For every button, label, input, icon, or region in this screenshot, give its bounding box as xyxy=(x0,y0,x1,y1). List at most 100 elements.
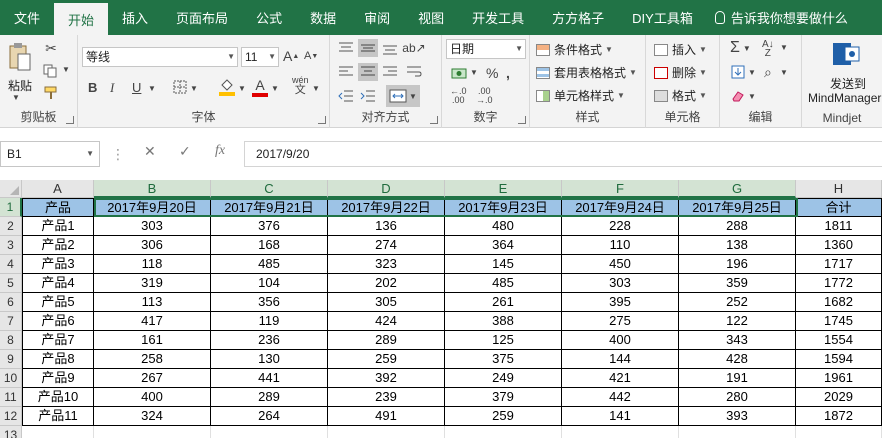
cell-d2[interactable]: 136 xyxy=(328,217,445,236)
fill-color-dropdown-icon[interactable]: ▼ xyxy=(238,84,246,93)
column-header-a[interactable]: A xyxy=(22,180,94,198)
name-box[interactable]: B1 ▼ xyxy=(0,141,100,167)
align-center-icon[interactable] xyxy=(358,63,378,81)
cell-b2[interactable]: 303 xyxy=(94,217,211,236)
paste-dropdown-icon[interactable]: ▼ xyxy=(12,93,20,102)
tab-view[interactable]: 视图 xyxy=(404,0,458,35)
cell-c1[interactable]: 2017年9月21日 xyxy=(211,198,328,217)
cell-e3[interactable]: 364 xyxy=(445,236,562,255)
clear-dropdown-icon[interactable]: ▼ xyxy=(748,92,756,101)
cell-styles-button[interactable]: 单元格样式 ▼ xyxy=(536,87,625,104)
tab-insert[interactable]: 插入 xyxy=(108,0,162,35)
cell-b3[interactable]: 306 xyxy=(94,236,211,255)
font-launcher-icon[interactable] xyxy=(318,116,326,124)
tab-diy-toolbox[interactable]: DIY工具箱 xyxy=(618,0,707,35)
cell-b4[interactable]: 118 xyxy=(94,255,211,274)
cell-c12[interactable]: 264 xyxy=(211,407,328,426)
cell-f13[interactable] xyxy=(562,426,679,438)
cell-e11[interactable]: 379 xyxy=(445,388,562,407)
cell-e9[interactable]: 375 xyxy=(445,350,562,369)
row-header-12[interactable]: 12 xyxy=(0,407,22,426)
cell-b12[interactable]: 324 xyxy=(94,407,211,426)
cell-d7[interactable]: 424 xyxy=(328,312,445,331)
row-header-3[interactable]: 3 xyxy=(0,236,22,255)
cell-d5[interactable]: 202 xyxy=(328,274,445,293)
cell-a12[interactable]: 产品11 xyxy=(22,407,94,426)
font-color-dropdown-icon[interactable]: ▼ xyxy=(271,84,279,93)
cell-f3[interactable]: 110 xyxy=(562,236,679,255)
column-header-h[interactable]: H xyxy=(796,180,882,198)
increase-decimal-icon[interactable]: ←.0.00 xyxy=(450,87,467,105)
borders-icon[interactable] xyxy=(172,80,188,94)
find-select-icon[interactable]: ⌕ xyxy=(764,64,772,81)
cell-e13[interactable] xyxy=(445,426,562,438)
align-right-icon[interactable] xyxy=(380,63,400,81)
copy-icon[interactable] xyxy=(40,63,62,79)
cell-h4[interactable]: 1717 xyxy=(796,255,882,274)
cell-d6[interactable]: 305 xyxy=(328,293,445,312)
cell-a3[interactable]: 产品2 xyxy=(22,236,94,255)
decrease-decimal-icon[interactable]: .00 →.0 xyxy=(476,87,493,105)
tab-page-layout[interactable]: 页面布局 xyxy=(162,0,242,35)
bold-icon[interactable]: B xyxy=(88,80,97,95)
send-to-label[interactable]: 发送到 xyxy=(830,75,866,92)
row-header-7[interactable]: 7 xyxy=(0,312,22,331)
clear-icon[interactable] xyxy=(730,89,746,103)
cell-c5[interactable]: 104 xyxy=(211,274,328,293)
cell-g3[interactable]: 138 xyxy=(679,236,796,255)
cell-d9[interactable]: 259 xyxy=(328,350,445,369)
fill-icon[interactable] xyxy=(730,65,746,79)
column-header-g[interactable]: G xyxy=(679,180,796,198)
decrease-indent-icon[interactable] xyxy=(336,87,356,105)
cell-b7[interactable]: 417 xyxy=(94,312,211,331)
row-header-9[interactable]: 9 xyxy=(0,350,22,369)
cell-b9[interactable]: 258 xyxy=(94,350,211,369)
cell-f12[interactable]: 141 xyxy=(562,407,679,426)
cell-a4[interactable]: 产品3 xyxy=(22,255,94,274)
cell-h7[interactable]: 1745 xyxy=(796,312,882,331)
underline-icon[interactable]: U xyxy=(132,80,141,95)
cell-e2[interactable]: 480 xyxy=(445,217,562,236)
cell-g4[interactable]: 196 xyxy=(679,255,796,274)
cell-h5[interactable]: 1772 xyxy=(796,274,882,293)
tab-data[interactable]: 数据 xyxy=(296,0,350,35)
cut-icon[interactable]: ✂ xyxy=(42,40,60,56)
cell-h6[interactable]: 1682 xyxy=(796,293,882,312)
cell-e4[interactable]: 145 xyxy=(445,255,562,274)
cell-f9[interactable]: 144 xyxy=(562,350,679,369)
cell-c10[interactable]: 441 xyxy=(211,369,328,388)
cell-g1[interactable]: 2017年9月25日 xyxy=(679,198,796,217)
cell-h3[interactable]: 1360 xyxy=(796,236,882,255)
mindmanager-icon[interactable] xyxy=(830,41,862,67)
format-painter-icon[interactable] xyxy=(42,85,60,101)
sort-filter-icon[interactable]: A↓ Z xyxy=(762,40,774,59)
cell-e12[interactable]: 259 xyxy=(445,407,562,426)
cell-c4[interactable]: 485 xyxy=(211,255,328,274)
cell-f10[interactable]: 421 xyxy=(562,369,679,388)
row-header-8[interactable]: 8 xyxy=(0,331,22,350)
cell-h9[interactable]: 1594 xyxy=(796,350,882,369)
merge-center-icon[interactable]: ▼ xyxy=(386,85,420,107)
column-header-d[interactable]: D xyxy=(328,180,445,198)
cell-d11[interactable]: 239 xyxy=(328,388,445,407)
number-format-combo[interactable]: 日期 ▼ xyxy=(446,39,526,59)
cell-d1[interactable]: 2017年9月22日 xyxy=(328,198,445,217)
cell-g7[interactable]: 122 xyxy=(679,312,796,331)
find-dropdown-icon[interactable]: ▼ xyxy=(780,68,788,77)
cell-d13[interactable] xyxy=(328,426,445,438)
tell-me-search[interactable]: 告诉我你想要做什么 xyxy=(707,0,848,35)
cell-e6[interactable]: 261 xyxy=(445,293,562,312)
cell-b10[interactable]: 267 xyxy=(94,369,211,388)
cell-a8[interactable]: 产品7 xyxy=(22,331,94,350)
cell-f6[interactable]: 395 xyxy=(562,293,679,312)
cell-h2[interactable]: 1811 xyxy=(796,217,882,236)
comma-style-icon[interactable]: , xyxy=(506,65,510,81)
underline-dropdown-icon[interactable]: ▼ xyxy=(148,84,156,93)
formula-bar-grip-icon[interactable]: ⋮ xyxy=(111,146,125,163)
tab-file[interactable]: 文件 xyxy=(0,0,54,35)
row-header-11[interactable]: 11 xyxy=(0,388,22,407)
cell-h8[interactable]: 1554 xyxy=(796,331,882,350)
cell-f5[interactable]: 303 xyxy=(562,274,679,293)
cell-c11[interactable]: 289 xyxy=(211,388,328,407)
cell-a2[interactable]: 产品1 xyxy=(22,217,94,236)
